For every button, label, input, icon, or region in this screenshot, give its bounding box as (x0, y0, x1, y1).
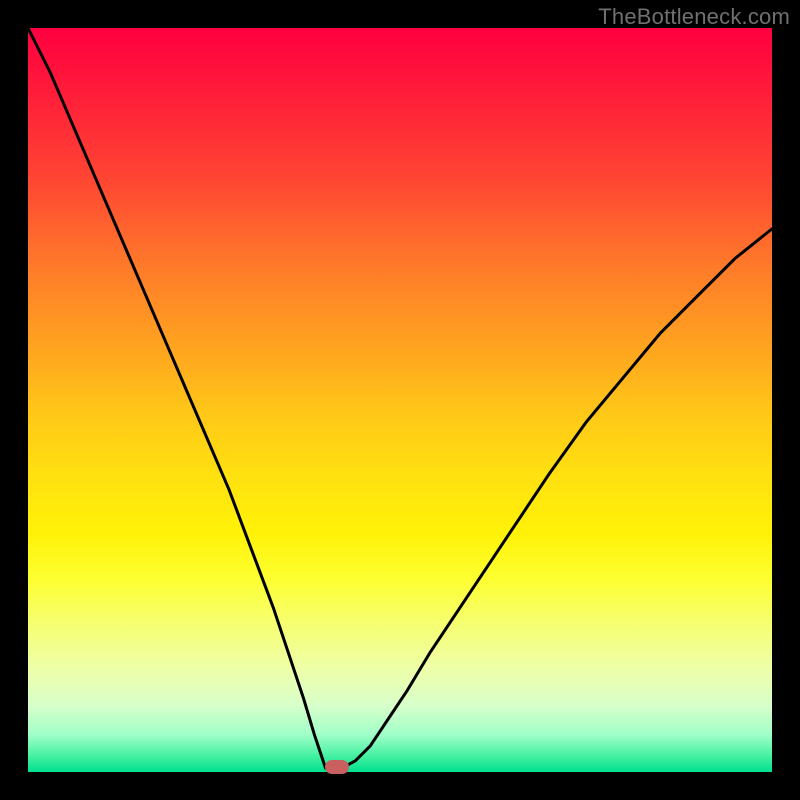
watermark-text: TheBottleneck.com (598, 4, 790, 30)
optimum-marker (325, 760, 349, 774)
bottleneck-curve (28, 28, 772, 768)
plot-area (28, 28, 772, 772)
curve-svg (28, 28, 772, 772)
chart-frame: TheBottleneck.com (0, 0, 800, 800)
